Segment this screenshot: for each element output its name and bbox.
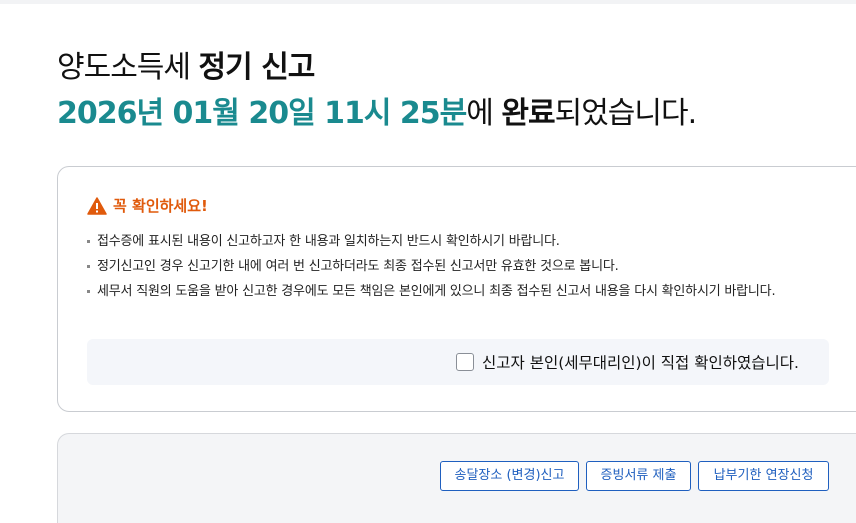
notice-item: 세무서 직원의 도움을 받아 신고한 경우에도 모든 책임은 본인에게 있으니 … [86,281,796,302]
payment-extension-button[interactable]: 납부기한 연장신청 [698,461,829,491]
heading-particle: 에 [466,96,502,131]
top-divider [0,0,856,4]
heading-line1: 양도소득세 정기 신고 [57,48,696,88]
heading-filing-type: 정기 신고 [198,50,316,85]
completion-datetime: 2026년 01월 20일 11시 25분 [57,96,467,131]
warning-triangle-icon [87,196,107,215]
completion-word: 완료 [501,96,555,131]
page-heading: 양도소득세 정기 신고 2026년 01월 20일 11시 25분에 완료되었습… [57,48,698,134]
notice-list: 접수증에 표시된 내용이 신고하고자 한 내용과 일치하는지 반드시 확인하시기… [86,231,796,306]
confirm-label: 신고자 본인(세무대리인)이 직접 확인하였습니다. [481,354,799,372]
delivery-address-change-button[interactable]: 송달장소 (변경)신고 [440,461,579,491]
heading-line2: 2026년 01월 20일 11시 25분에 완료되었습니다. [57,94,698,134]
submit-documents-button[interactable]: 증빙서류 제출 [586,461,691,491]
heading-tax-type: 양도소득세 [57,50,199,85]
confirm-checkbox[interactable] [455,353,474,371]
notice-item: 정기신고인 경우 신고기한 내에 여러 번 신고하더라도 최종 접수된 신고서만… [86,256,796,277]
notice-title: 꼭 확인하세요! [113,197,208,215]
notice-item: 접수증에 표시된 내용이 신고하고자 한 내용과 일치하는지 반드시 확인하시기… [86,231,796,252]
confirm-checkbox-row[interactable]: 신고자 본인(세무대리인)이 직접 확인하였습니다. [455,351,799,373]
action-bar: 송달장소 (변경)신고 증빙서류 제출 납부기한 연장신청 [57,433,856,523]
confirm-box: 신고자 본인(세무대리인)이 직접 확인하였습니다. [87,339,829,385]
notice-title-row: 꼭 확인하세요! [87,195,208,216]
notice-panel: 꼭 확인하세요! 접수증에 표시된 내용이 신고하고자 한 내용과 일치하는지 … [57,166,856,412]
heading-suffix: 되었습니다. [554,96,698,131]
